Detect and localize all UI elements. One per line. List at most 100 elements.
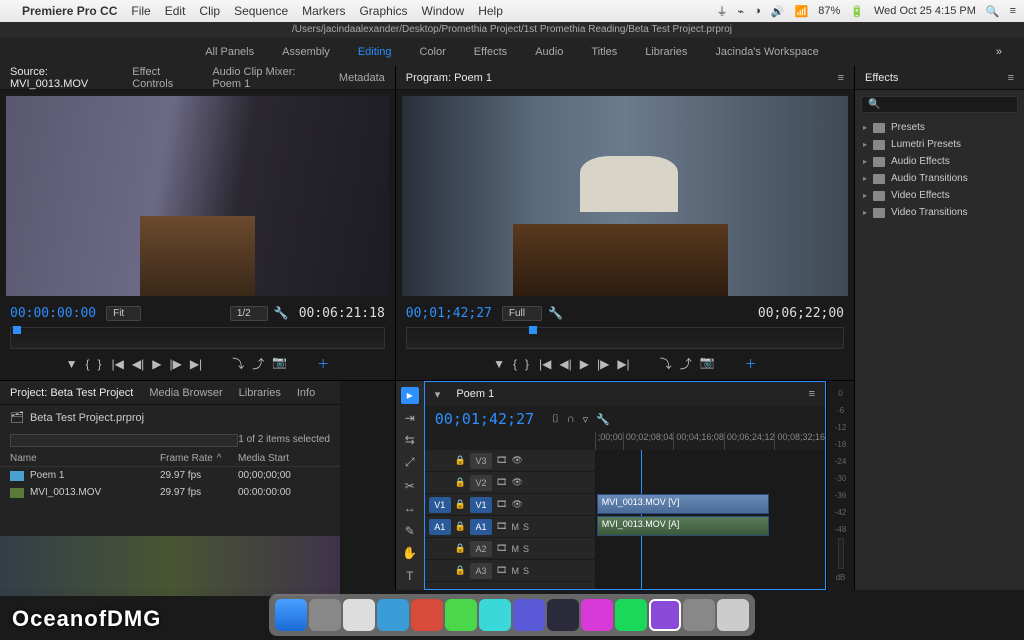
snap-icon[interactable]: ⌷ — [552, 413, 559, 426]
track-select-tool-icon[interactable]: ⇥ — [401, 410, 419, 427]
menu-help[interactable]: Help — [478, 4, 503, 18]
workspace-overflow-icon[interactable]: » — [996, 46, 1002, 58]
pen-tool-icon[interactable]: ✎ — [401, 522, 419, 539]
ws-audio[interactable]: Audio — [535, 46, 563, 58]
linked-selection-icon[interactable]: ∩ — [567, 413, 575, 426]
timeline-track-area[interactable]: MVI_0013.MOV [V] MVI_0013.MOV [A] — [595, 450, 825, 589]
ws-titles[interactable]: Titles — [591, 46, 617, 58]
timeline-nav-icon[interactable]: ▾ — [435, 388, 441, 401]
tab-info[interactable]: Info — [297, 387, 315, 399]
go-to-out-icon[interactable]: ▶| — [190, 357, 202, 371]
dock-trash[interactable] — [717, 599, 749, 631]
source-video[interactable] — [6, 96, 389, 296]
lock-icon[interactable]: 🔒 — [455, 521, 466, 532]
lift-icon[interactable]: ⤵ — [660, 355, 672, 372]
go-to-in-icon[interactable]: |◀ — [539, 357, 551, 371]
dock-finder[interactable] — [275, 599, 307, 631]
panel-menu-icon[interactable]: ≡ — [1008, 72, 1014, 84]
bluetooth-icon[interactable]: ⌁ — [738, 5, 745, 18]
settings-icon[interactable]: 🔧 — [596, 413, 610, 426]
menu-graphics[interactable]: Graphics — [359, 4, 407, 18]
effects-folder-video-trans[interactable]: ▸Video Transitions — [861, 204, 1018, 221]
volume-icon[interactable]: 🔊 — [771, 5, 785, 18]
step-fwd-icon[interactable]: |▶ — [597, 357, 609, 371]
timeline-ruler[interactable]: ;00;00 00;02;08;04 00;04;16;08 00;06;24;… — [595, 432, 825, 450]
dock-itunes[interactable] — [581, 599, 613, 631]
source-tc-in[interactable]: 00:00:00:00 — [10, 306, 96, 321]
lock-icon[interactable]: 🔒 — [455, 455, 466, 466]
tab-audio-mixer[interactable]: Audio Clip Mixer: Poem 1 — [212, 66, 323, 90]
ws-effects[interactable]: Effects — [474, 46, 507, 58]
source-scrubber[interactable] — [10, 327, 385, 349]
program-scrubber[interactable] — [406, 327, 844, 349]
ws-custom[interactable]: Jacinda's Workspace — [715, 46, 818, 58]
dock-premiere[interactable] — [649, 599, 681, 631]
ws-color[interactable]: Color — [419, 46, 445, 58]
ws-libraries[interactable]: Libraries — [645, 46, 687, 58]
audio-clip[interactable]: MVI_0013.MOV [A] — [597, 516, 770, 536]
source-fit-select[interactable]: Fit — [106, 306, 141, 321]
program-video[interactable] — [402, 96, 848, 296]
source-resolution-select[interactable]: 1/2 — [230, 306, 268, 321]
settings-icon[interactable]: 🔧 — [548, 306, 563, 321]
dock-terminal[interactable] — [547, 599, 579, 631]
ws-all-panels[interactable]: All Panels — [205, 46, 254, 58]
panel-menu-icon[interactable]: ≡ — [838, 72, 844, 84]
menu-window[interactable]: Window — [422, 4, 465, 18]
video-clip[interactable]: MVI_0013.MOV [V] — [597, 494, 770, 514]
track-a2[interactable]: 🔒A2🎞MS — [425, 538, 595, 560]
add-button-icon[interactable]: ＋ — [317, 355, 329, 372]
spotlight-icon[interactable]: 🔍 — [986, 5, 1000, 18]
panel-menu-icon[interactable]: ≡ — [809, 388, 815, 400]
effects-folder-lumetri[interactable]: ▸Lumetri Presets — [861, 136, 1018, 153]
play-icon[interactable]: ▶ — [152, 357, 161, 371]
wifi-icon[interactable]: ⏚ — [717, 3, 728, 19]
overwrite-icon[interactable]: ⤴ — [252, 355, 264, 372]
menu-file[interactable]: File — [131, 4, 150, 18]
lock-icon[interactable]: 🔒 — [455, 477, 466, 488]
track-a1[interactable]: A1🔒A1🎞MS — [425, 516, 595, 538]
col-framerate[interactable]: Frame Rate^ — [160, 453, 238, 464]
track-a3[interactable]: 🔒A3🎞MS — [425, 560, 595, 582]
insert-icon[interactable]: ⤵ — [232, 355, 244, 372]
dock-messages[interactable] — [445, 599, 477, 631]
in-point-icon[interactable]: { — [513, 357, 517, 371]
rate-stretch-tool-icon[interactable]: ⤢ — [401, 455, 419, 472]
dock-mail[interactable] — [377, 599, 409, 631]
notification-center-icon[interactable]: ≡ — [1010, 5, 1016, 17]
slip-tool-icon[interactable]: ↔ — [401, 500, 419, 517]
dock-app[interactable] — [479, 599, 511, 631]
hand-tool-icon[interactable]: ✋ — [401, 545, 419, 562]
in-point-icon[interactable]: { — [85, 357, 89, 371]
lock-icon[interactable]: 🔒 — [455, 499, 466, 510]
tab-media-browser[interactable]: Media Browser — [149, 387, 222, 399]
settings-icon[interactable]: 🔧 — [274, 306, 289, 321]
export-frame-icon[interactable]: 📷 — [272, 355, 287, 372]
out-point-icon[interactable]: } — [98, 357, 102, 371]
go-to-out-icon[interactable]: ▶| — [617, 357, 629, 371]
program-fit-select[interactable]: Full — [502, 306, 542, 321]
go-to-in-icon[interactable]: |◀ — [112, 357, 124, 371]
dock-safari[interactable] — [309, 599, 341, 631]
battery-icon[interactable]: 🔋 — [850, 5, 864, 18]
dock-settings[interactable] — [683, 599, 715, 631]
dock-photos[interactable] — [411, 599, 443, 631]
step-back-icon[interactable]: ◀| — [132, 357, 144, 371]
app-name[interactable]: Premiere Pro CC — [22, 4, 117, 18]
lock-icon[interactable]: 🔒 — [455, 543, 466, 554]
tab-metadata[interactable]: Metadata — [339, 72, 385, 84]
effects-folder-audio-trans[interactable]: ▸Audio Transitions — [861, 170, 1018, 187]
menu-markers[interactable]: Markers — [302, 4, 345, 18]
track-v3[interactable]: 🔒V3🎞👁 — [425, 450, 595, 472]
tab-project[interactable]: Project: Beta Test Project — [10, 387, 133, 399]
marker-icon[interactable]: ▼ — [493, 357, 505, 371]
play-icon[interactable]: ▶ — [580, 357, 589, 371]
project-search-input[interactable] — [10, 434, 238, 447]
ws-editing[interactable]: Editing — [358, 46, 392, 58]
lock-icon[interactable]: 🔒 — [455, 565, 466, 576]
project-row-sequence[interactable]: Poem 1 29.97 fps 00;00;00;00 — [0, 467, 340, 484]
cc-icon[interactable]: ◑ — [754, 5, 761, 17]
tab-effect-controls[interactable]: Effect Controls — [132, 66, 196, 90]
marker-icon[interactable]: ▼ — [66, 357, 78, 371]
add-button-icon[interactable]: ＋ — [745, 355, 757, 372]
